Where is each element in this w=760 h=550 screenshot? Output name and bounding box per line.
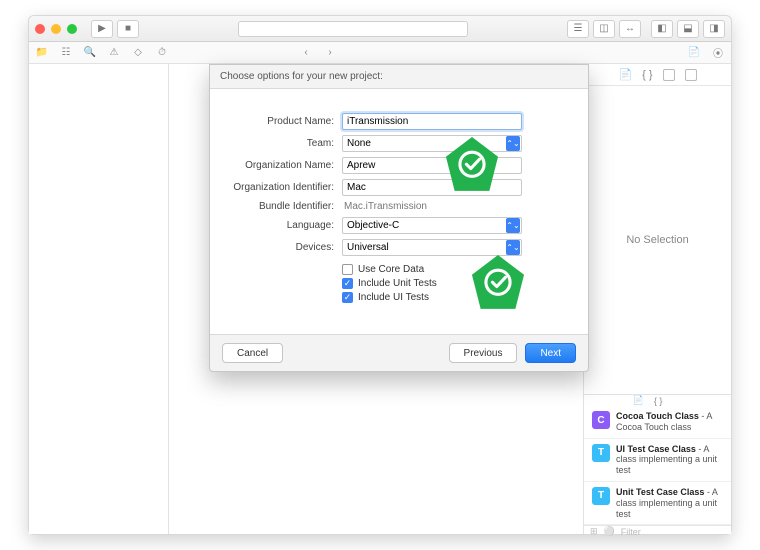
language-label: Language: <box>232 220 342 231</box>
utilities-pane: 📄 { } No Selection 📄 { } CCocoa Touch Cl… <box>583 64 731 534</box>
attributes-inspector-tab-icon[interactable] <box>685 69 697 81</box>
previous-button[interactable]: Previous <box>449 343 518 363</box>
filter-placeholder: Filter <box>621 527 641 537</box>
code-snippet-library-icon[interactable]: { } <box>654 396 663 406</box>
minimize-window-icon[interactable] <box>51 24 61 34</box>
use-core-data-checkbox[interactable]: Use Core Data <box>342 264 566 275</box>
project-navigator-icon[interactable]: 📁 <box>35 46 49 60</box>
library-pane: 📄 { } CCocoa Touch Class - A Cocoa Touch… <box>584 394 731 534</box>
no-selection-label: No Selection <box>584 86 731 394</box>
find-navigator-icon[interactable]: 🔍 <box>83 46 97 60</box>
toggle-left-panel-icon[interactable]: ◧ <box>651 20 673 38</box>
include-unit-tests-checkbox[interactable]: ✓Include Unit Tests <box>342 278 566 289</box>
toggle-right-panel-icon[interactable]: ◨ <box>703 20 725 38</box>
file-inspector-icon[interactable]: 📄 <box>687 46 701 60</box>
file-inspector-tab-icon[interactable]: 📄 <box>618 68 632 81</box>
run-button[interactable]: ▶ <box>91 20 113 38</box>
library-item[interactable]: CCocoa Touch Class - A Cocoa Touch class <box>584 406 731 439</box>
history-back-icon[interactable]: ‹ <box>299 46 313 60</box>
chevron-updown-icon: ⌃⌄ <box>506 218 520 233</box>
history-inspector-tab-icon[interactable]: { } <box>642 69 652 81</box>
debug-navigator-icon[interactable]: ⏱ <box>155 46 169 60</box>
filter-icon: ⚪ <box>604 526 615 537</box>
chevron-updown-icon: ⌃⌄ <box>506 136 520 151</box>
zoom-window-icon[interactable] <box>67 24 77 34</box>
next-button[interactable]: Next <box>525 343 576 363</box>
library-item[interactable]: TUnit Test Case Class - A class implemen… <box>584 482 731 525</box>
grid-mode-icon[interactable]: ⊞ <box>590 526 598 537</box>
org-name-label: Organization Name: <box>232 160 342 171</box>
activity-viewer <box>238 21 468 37</box>
annotation-check-badge <box>441 132 503 194</box>
library-item[interactable]: TUI Test Case Class - A class implementi… <box>584 439 731 482</box>
symbol-navigator-icon[interactable]: ☷ <box>59 46 73 60</box>
checkbox-checked-icon: ✓ <box>342 278 353 289</box>
template-icon: T <box>592 487 610 505</box>
devices-label: Devices: <box>232 242 342 253</box>
checkbox-icon <box>342 264 353 275</box>
file-template-library-icon[interactable]: 📄 <box>633 395 644 406</box>
inspector-tabs: 📄 { } <box>584 64 731 86</box>
navigator-pane <box>29 64 169 534</box>
titlebar: ▶ ■ ☰ ◫ ↔ ◧ ⬓ ◨ <box>29 16 731 42</box>
library-filter[interactable]: ⊞ ⚪ Filter <box>584 525 731 537</box>
bundle-id-label: Bundle Identifier: <box>232 201 342 212</box>
close-window-icon[interactable] <box>35 24 45 34</box>
editor-mode-version-icon[interactable]: ↔ <box>619 20 641 38</box>
sheet-title: Choose options for your new project: <box>210 65 588 88</box>
traffic-lights <box>35 24 77 34</box>
editor-mode-assistant-icon[interactable]: ◫ <box>593 20 615 38</box>
new-project-options-sheet: Choose options for your new project: Pro… <box>209 64 589 372</box>
template-icon: T <box>592 444 610 462</box>
stop-button[interactable]: ■ <box>117 20 139 38</box>
toggle-bottom-panel-icon[interactable]: ⬓ <box>677 20 699 38</box>
product-name-label: Product Name: <box>232 116 342 127</box>
team-label: Team: <box>232 138 342 149</box>
template-icon: C <box>592 411 610 429</box>
identity-inspector-tab-icon[interactable] <box>663 69 675 81</box>
checkbox-checked-icon: ✓ <box>342 292 353 303</box>
issue-navigator-icon[interactable]: ⚠ <box>107 46 121 60</box>
xcode-window: ▶ ■ ☰ ◫ ↔ ◧ ⬓ ◨ 📁 ☷ 🔍 ⚠ ◇ ⏱ ‹ › 📄 ⦿ 📄 <box>28 15 732 535</box>
quick-help-icon[interactable]: ⦿ <box>711 46 725 60</box>
test-navigator-icon[interactable]: ◇ <box>131 46 145 60</box>
navigator-tabs: 📁 ☷ 🔍 ⚠ ◇ ⏱ ‹ › 📄 ⦿ <box>29 42 731 64</box>
include-ui-tests-checkbox[interactable]: ✓Include UI Tests <box>342 292 566 303</box>
product-name-input[interactable] <box>342 113 522 130</box>
cancel-button[interactable]: Cancel <box>222 343 283 363</box>
org-id-label: Organization Identifier: <box>232 182 342 193</box>
editor-mode-standard-icon[interactable]: ☰ <box>567 20 589 38</box>
history-forward-icon[interactable]: › <box>323 46 337 60</box>
annotation-check-badge <box>467 250 529 312</box>
bundle-id-value: Mac.iTransmission <box>342 201 566 212</box>
language-select[interactable]: Objective-C⌃⌄ <box>342 217 522 234</box>
